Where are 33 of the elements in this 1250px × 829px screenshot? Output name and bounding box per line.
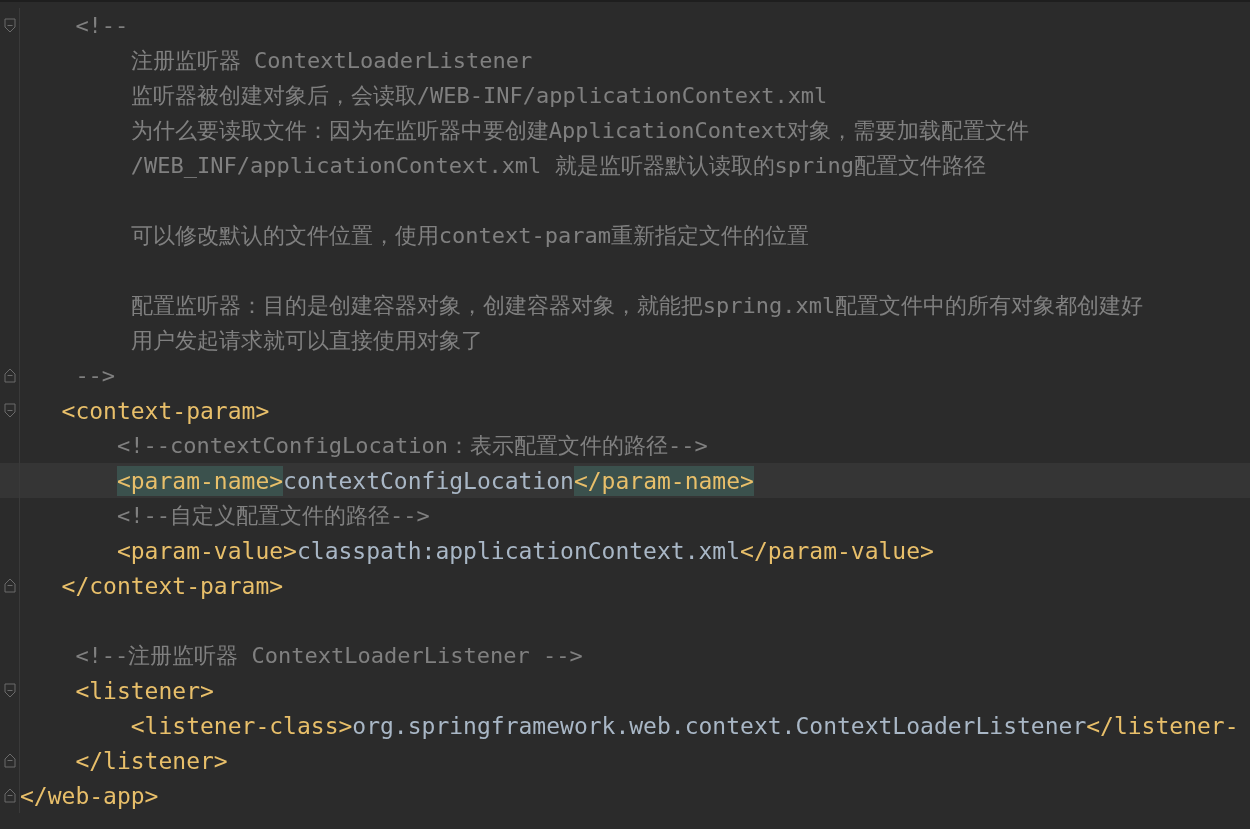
fold-marker-icon[interactable] bbox=[3, 403, 16, 418]
xml-tag: <context-param> bbox=[61, 395, 270, 426]
code-comment: /WEB_INF/applicationContext.xml 就是监听器默认读取的spring配置文件路径 bbox=[130, 151, 987, 180]
tag-value: org.springframework.web.context.ContextLoaderListener bbox=[352, 711, 1087, 741]
fold-marker-icon[interactable] bbox=[3, 368, 16, 383]
xml-tag: <listener> bbox=[75, 675, 214, 706]
code-comment: 监听器被创建对象后，会读取/WEB-INF/applicationContext.xml bbox=[130, 81, 828, 110]
xml-tag: </context-param> bbox=[61, 570, 284, 601]
fold-marker-icon[interactable] bbox=[3, 788, 16, 803]
fold-marker-icon[interactable] bbox=[3, 18, 16, 33]
code-comment: 为什么要读取文件：因为在监听器中要创建ApplicationContext对象，需要加载配置文件 bbox=[130, 116, 1030, 145]
code-comment: 配置监听器：目的是创建容器对象，创建容器对象，就能把spring.xml配置文件中的所有对象都创建好 bbox=[130, 291, 1144, 320]
code-comment: 用户发起请求就可以直接使用对象了 bbox=[130, 326, 483, 355]
tag-value: classpath:applicationContext.xml bbox=[296, 536, 741, 566]
xml-tag: <param-name> bbox=[116, 465, 284, 496]
code-comment: <!-- bbox=[75, 11, 129, 40]
fold-marker-icon[interactable] bbox=[3, 683, 16, 698]
fold-marker-icon[interactable] bbox=[3, 753, 16, 768]
xml-tag: </web-app> bbox=[20, 780, 159, 811]
code-comment: <!--自定义配置文件的路径--> bbox=[116, 501, 430, 530]
xml-tag: </listener> bbox=[75, 745, 228, 776]
xml-tag: </param-value> bbox=[740, 535, 934, 566]
code-comment: 注册监听器 ContextLoaderListener bbox=[130, 46, 533, 75]
code-comment: 可以修改默认的文件位置，使用context-param重新指定文件的位置 bbox=[130, 221, 809, 250]
code-comment: --> bbox=[75, 361, 116, 390]
xml-tag: <listener-class> bbox=[130, 710, 353, 741]
fold-marker-icon[interactable] bbox=[3, 578, 16, 593]
xml-tag: </listener- bbox=[1086, 710, 1239, 741]
code-comment: <!--contextConfigLocation：表示配置文件的路径--> bbox=[116, 431, 708, 460]
xml-tag: </param-name> bbox=[573, 465, 754, 496]
xml-tag: <param-value> bbox=[116, 535, 297, 566]
code-comment: <!--注册监听器 ContextLoaderListener --> bbox=[75, 641, 583, 670]
tag-value: contextConfigLocation bbox=[283, 466, 574, 496]
